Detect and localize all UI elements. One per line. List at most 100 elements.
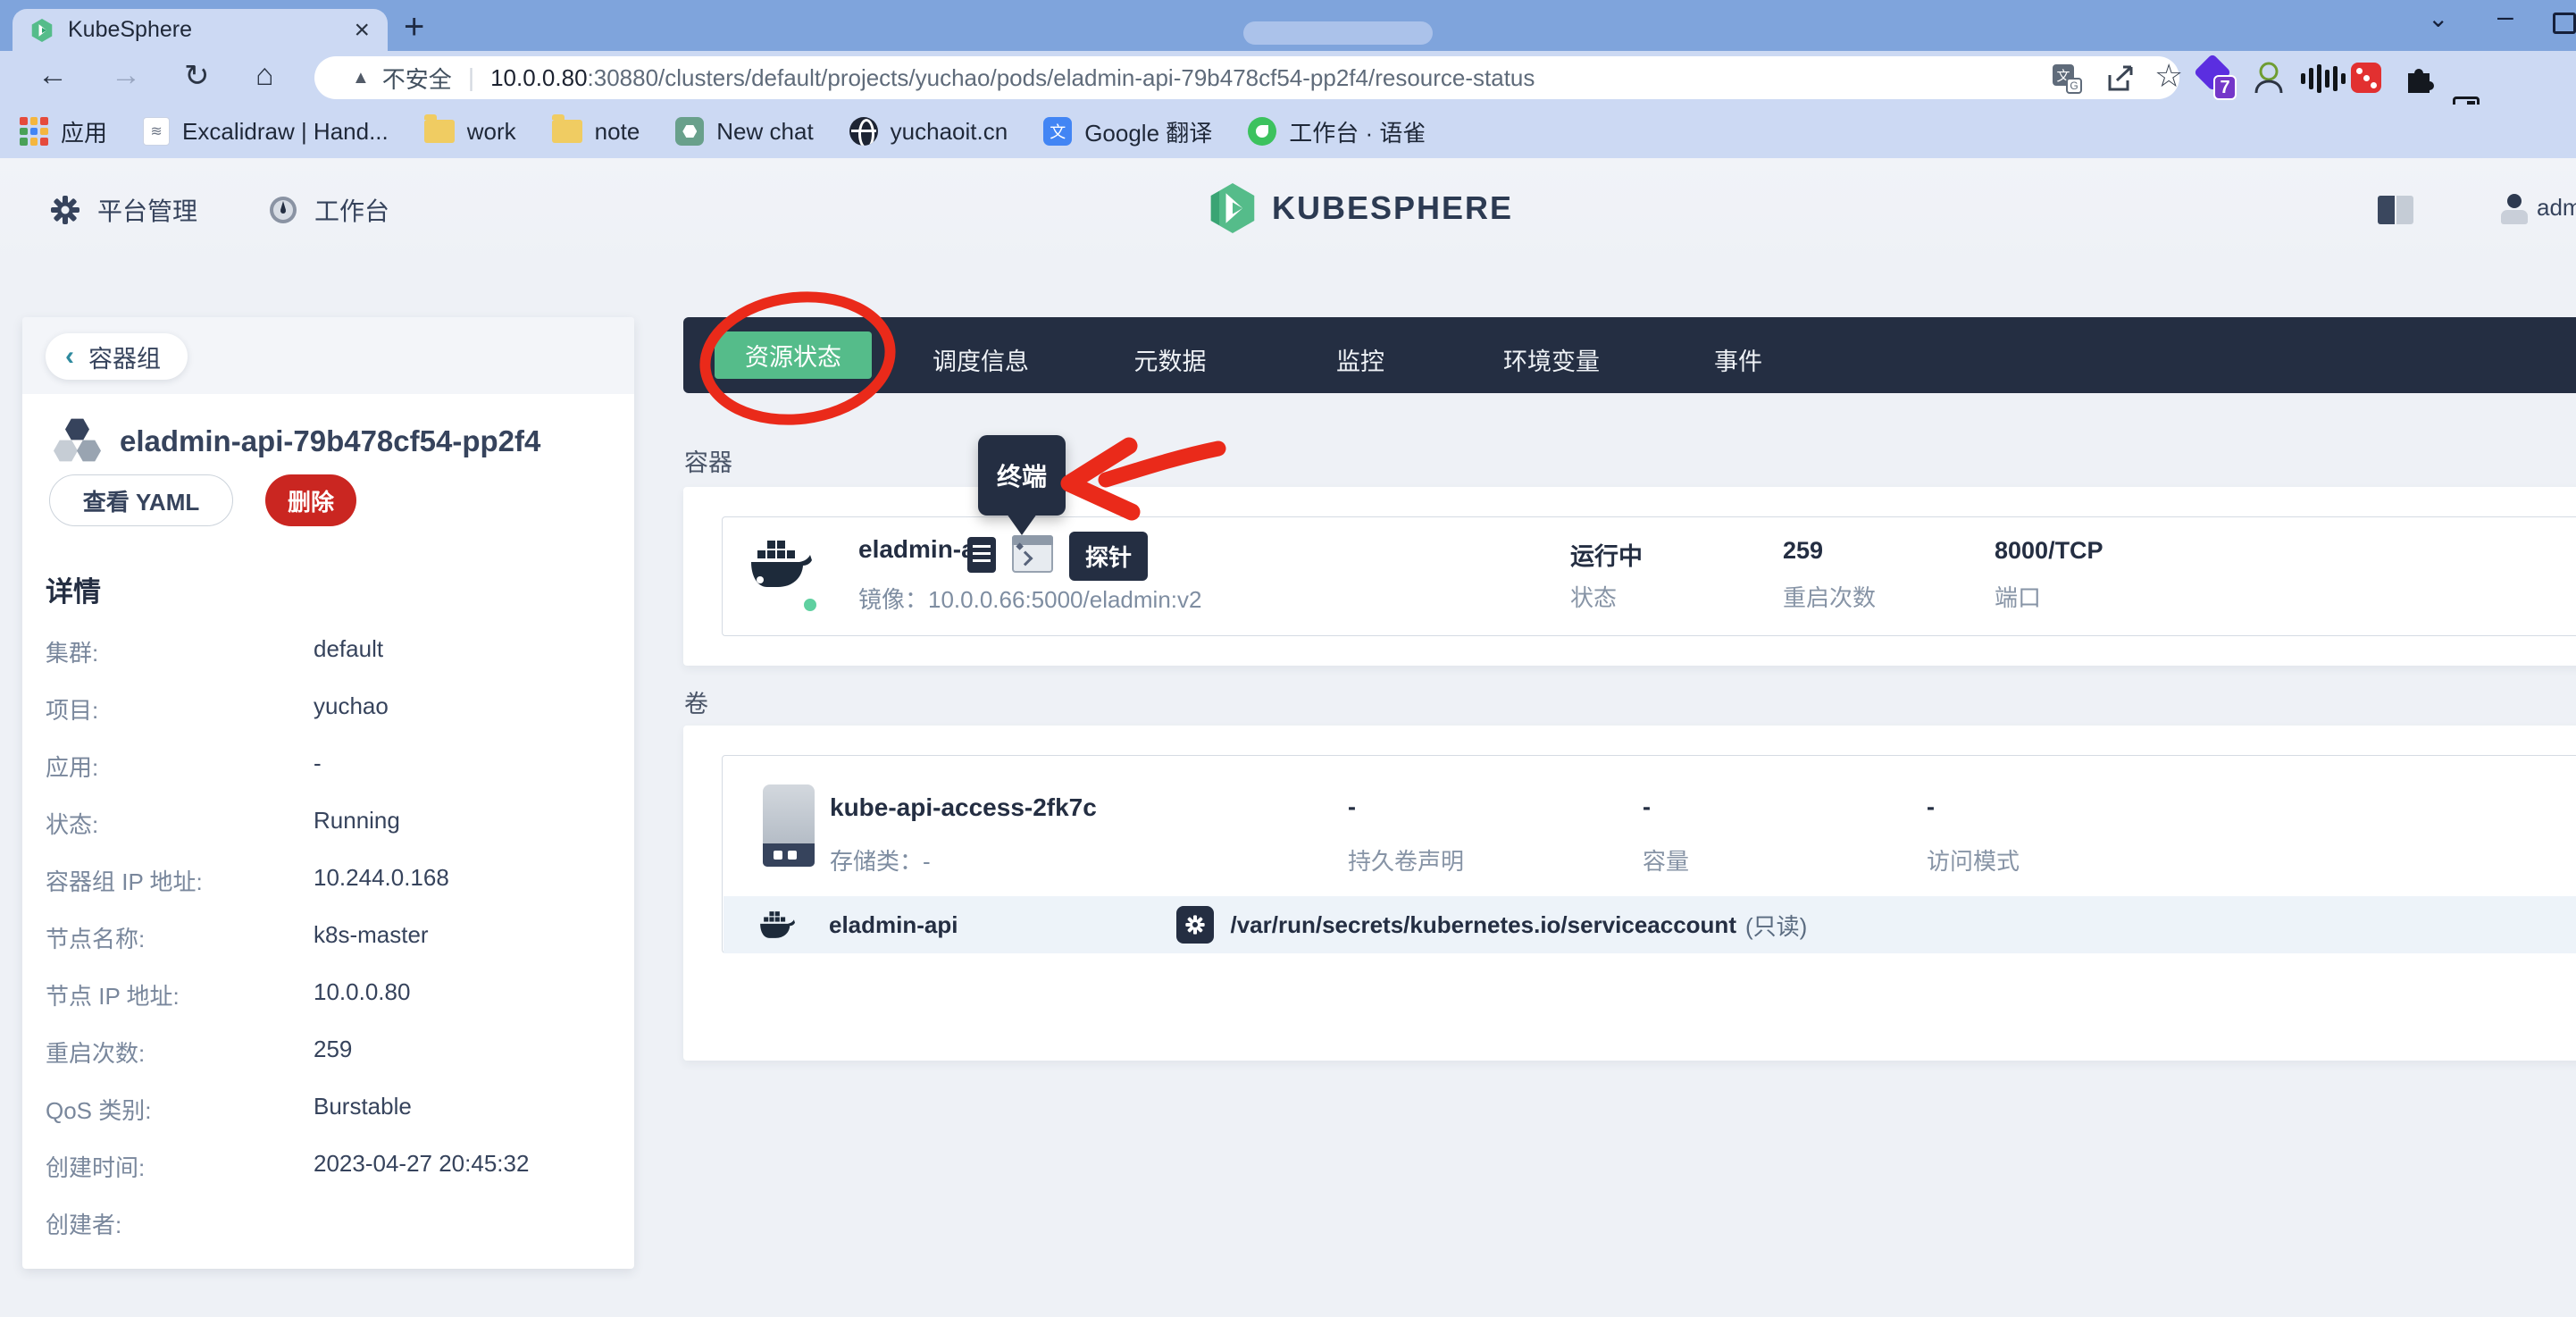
containers-section-label: 容器 [684, 443, 732, 478]
svg-text:G: G [2070, 80, 2078, 92]
tab-events[interactable]: 事件 [1714, 342, 1762, 377]
container-image-line: 镜像：10.0.0.66:5000/eladmin:v2 [858, 582, 1201, 615]
gear-icon [49, 194, 81, 226]
kubesphere-logo-icon [1208, 181, 1258, 235]
address-bar[interactable]: ▲ 不安全 | 10.0.0.80 :30880/clusters/defaul… [314, 56, 2179, 99]
kubesphere-favicon [30, 18, 54, 43]
volume-mount-row[interactable]: eladmin-api /var/run/secrets/kubernetes.… [723, 896, 2576, 953]
details-section-title: 详情 [46, 569, 101, 609]
url-path: :30880/clusters/default/projects/yuchao/… [588, 64, 1535, 92]
security-label: 不安全 [382, 62, 452, 95]
titlebar-pill [1243, 21, 1433, 45]
bookmark-google-translate[interactable]: 文 Google 翻译 [1043, 115, 1212, 148]
reload-icon[interactable]: ↻ [184, 58, 210, 94]
capacity-label: 容量 [1643, 843, 1689, 877]
pod-title-row: eladmin-api-79b478cf54-pp2f4 [54, 417, 540, 466]
tab-metadata[interactable]: 元数据 [1134, 342, 1207, 377]
access-mode-value: - [1927, 793, 1935, 821]
detail-row-created: 创建时间:2023-04-27 20:45:32 [46, 1150, 617, 1207]
extension-person-icon[interactable] [2251, 61, 2283, 95]
translate-icon[interactable]: 文G [2051, 63, 2083, 95]
kubesphere-header: 平台管理 工作台 KUBESPHERE admin [0, 158, 2576, 270]
google-translate-icon: 文 [1043, 117, 1072, 146]
docker-icon [749, 539, 812, 589]
bookmark-new-chat[interactable]: New chat [675, 117, 813, 146]
home-icon[interactable]: ⌂ [255, 58, 274, 93]
maximize-icon[interactable] [2553, 13, 2576, 34]
globe-icon [849, 117, 878, 146]
container-row[interactable]: eladmin-api 探针 镜像：10.0.0.66:5000/eladmin… [722, 516, 2576, 636]
yuque-icon [1248, 117, 1276, 146]
detail-row-pod-ip: 容器组 IP 地址:10.244.0.168 [46, 864, 617, 921]
tab-title: KubeSphere [68, 17, 354, 43]
tab-monitoring[interactable]: 监控 [1336, 342, 1384, 377]
annotation-arrow-shaft [1106, 449, 1218, 480]
extension-dice-icon[interactable] [2351, 63, 2381, 93]
back-icon[interactable]: ← [38, 58, 68, 93]
username[interactable]: admin [2537, 194, 2576, 222]
image-value: 10.0.0.66:5000/eladmin:v2 [928, 586, 1201, 613]
docker-icon-small [759, 910, 795, 939]
workbench-icon [268, 195, 298, 225]
minimize-icon[interactable]: – [2497, 0, 2513, 33]
container-restarts-label: 重启次数 [1783, 580, 1876, 613]
close-tab-icon[interactable]: × [354, 17, 370, 44]
capacity-value: - [1643, 793, 1651, 821]
chatgpt-icon [675, 117, 704, 146]
browser-titlebar: KubeSphere × + ⌄ – [0, 0, 2576, 51]
browser-tab[interactable]: KubeSphere × [13, 9, 388, 51]
pod-detail-panel: ‹ 容器组 eladmin-api-79b478cf54-pp2f4 查看 YA… [22, 317, 634, 1269]
detail-row-restarts: 重启次数:259 [46, 1036, 617, 1093]
volume-name: kube-api-access-2fk7c [830, 793, 1097, 822]
extension-waveform-icon[interactable] [2301, 64, 2349, 93]
bookmark-apps[interactable]: 应用 [20, 115, 107, 148]
access-mode-label: 访问模式 [1927, 843, 2020, 877]
volume-row[interactable]: kube-api-access-2fk7c 存储类：- - 持久卷声明 - 容量… [722, 755, 2576, 953]
delete-button[interactable]: 删除 [265, 474, 356, 526]
detail-row-project: 项目:yuchao [46, 692, 617, 750]
container-port-value: 8000/TCP [1995, 537, 2103, 565]
volumes-section-label: 卷 [684, 684, 708, 719]
tab-resource-status[interactable]: 资源状态 [715, 331, 872, 379]
bookmarks-bar: 应用 ≋ Excalidraw | Hand... work note New … [0, 105, 2576, 158]
extension-diamond-icon[interactable]: 7 [2199, 59, 2226, 86]
folder-icon [552, 120, 582, 143]
share-icon[interactable] [2104, 63, 2138, 95]
bookmark-yuque[interactable]: 工作台 · 语雀 [1248, 115, 1426, 148]
container-status-label: 状态 [1570, 580, 1617, 613]
bookmark-excalidraw[interactable]: ≋ Excalidraw | Hand... [143, 117, 389, 146]
container-running-dot [801, 596, 819, 614]
forward-icon[interactable]: → [111, 58, 141, 93]
detail-row-node-name: 节点名称:k8s-master [46, 921, 617, 978]
volumes-card: kube-api-access-2fk7c 存储类：- - 持久卷声明 - 容量… [683, 726, 2576, 1061]
excalidraw-icon: ≋ [143, 117, 170, 146]
platform-management-menu[interactable]: 平台管理 [49, 192, 197, 228]
user-avatar-icon[interactable] [2499, 194, 2530, 224]
apps-grid-icon [20, 117, 48, 146]
kubesphere-logo[interactable]: KUBESPHERE [1208, 181, 1513, 235]
mount-mode: (只读) [1745, 909, 1807, 942]
detail-row-node-ip: 节点 IP 地址:10.0.0.80 [46, 978, 617, 1036]
volume-storage-class: 存储类：- [830, 843, 931, 877]
terminal-icon[interactable] [1012, 535, 1053, 573]
new-tab-icon[interactable]: + [404, 7, 424, 47]
probe-badge[interactable]: 探针 [1069, 532, 1148, 581]
volume-disk-icon [763, 784, 815, 867]
view-yaml-button[interactable]: 查看 YAML [49, 474, 233, 526]
tab-search-chevron-icon[interactable]: ⌄ [2428, 4, 2448, 33]
tab-env-variables[interactable]: 环境变量 [1503, 342, 1600, 377]
container-port-label: 端口 [1995, 580, 2041, 613]
docs-icon[interactable] [2378, 196, 2413, 224]
workbench-menu[interactable]: 工作台 [268, 192, 389, 228]
bookmark-star-icon[interactable]: ☆ [2154, 57, 2183, 95]
back-to-pods-button[interactable]: ‹ 容器组 [46, 333, 188, 380]
container-status-value: 运行中 [1570, 537, 1643, 572]
bookmark-note[interactable]: note [552, 118, 640, 146]
bookmark-work[interactable]: work [424, 118, 516, 146]
detail-tabbar: 资源状态 调度信息 元数据 监控 环境变量 事件 [683, 317, 2576, 393]
container-logs-icon[interactable] [967, 537, 996, 573]
security-warning-icon[interactable]: ▲ [352, 68, 370, 88]
extensions-puzzle-icon[interactable] [2401, 61, 2435, 95]
tab-scheduling-info[interactable]: 调度信息 [933, 342, 1029, 377]
bookmark-yuchaoit[interactable]: yuchaoit.cn [849, 117, 1008, 146]
